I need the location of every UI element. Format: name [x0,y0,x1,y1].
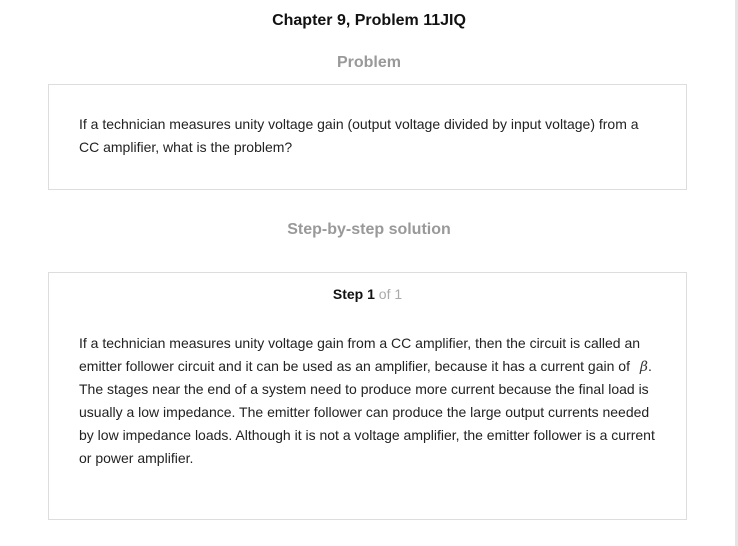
step-number: 1 [367,286,375,302]
step-label: Step [332,286,364,302]
solution-card: Step 1 of 1 If a technician measures uni… [48,272,687,520]
chapter-title: Chapter 9, Problem 11JIQ [272,12,466,29]
page: Chapter 9, Problem 11JIQ Problem If a te… [0,0,738,546]
step-total: of 1 [378,286,403,302]
problem-card: If a technician measures unity voltage g… [48,84,687,190]
solution-heading: Step-by-step solution [287,221,451,238]
solution-text-part-1: If a technician measures unity voltage g… [79,335,641,374]
problem-heading: Problem [336,54,401,71]
beta-symbol: β [639,358,648,375]
solution-text: If a technician measures unity voltage g… [79,332,660,469]
step-header: Step 1 of 1 [49,286,686,302]
problem-text: If a technician measures unity voltage g… [79,116,639,155]
